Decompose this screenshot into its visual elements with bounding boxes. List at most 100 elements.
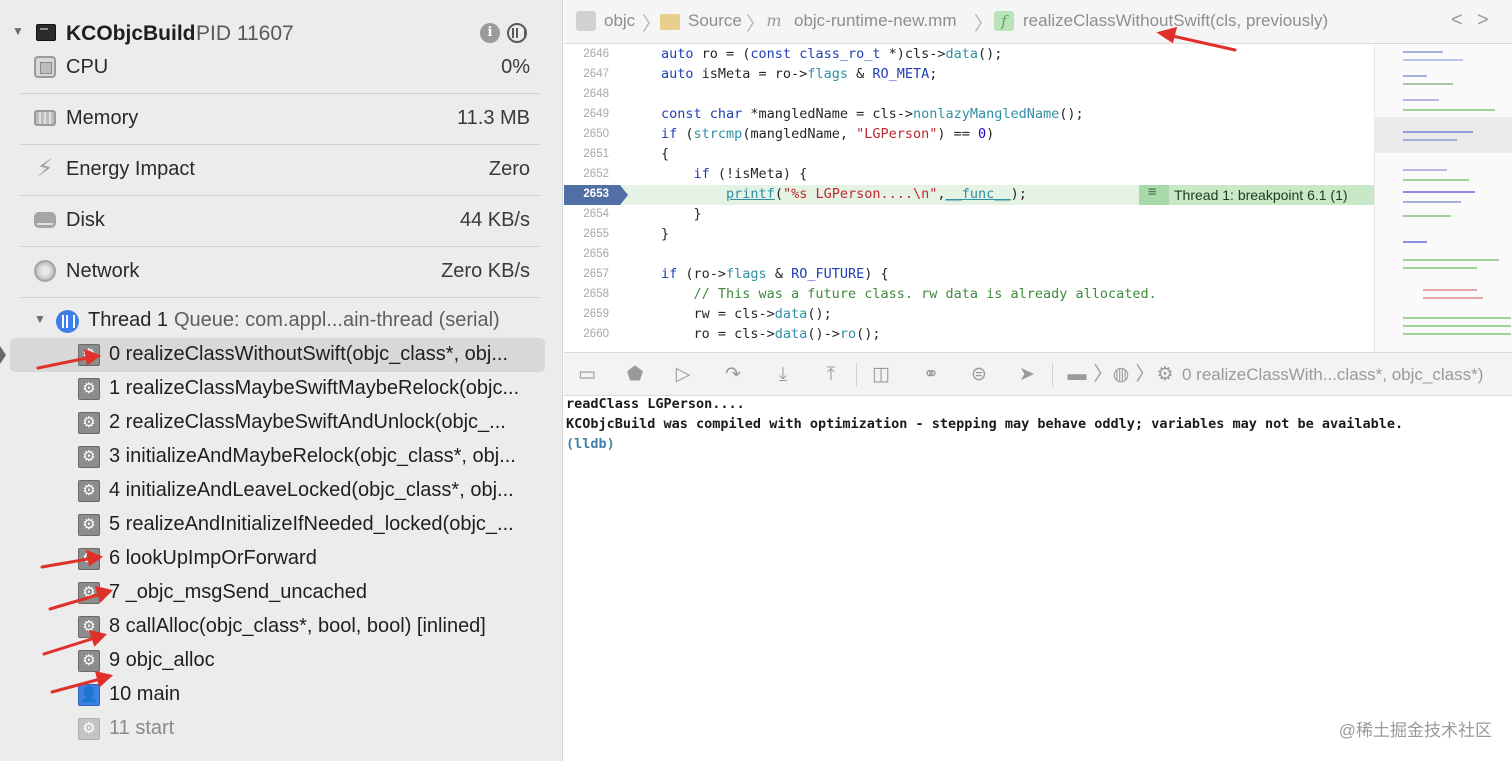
forward-arrow-icon[interactable]: > (1477, 9, 1489, 32)
terminal-app-icon (36, 24, 56, 41)
code-line[interactable]: 2654 } (564, 205, 1374, 225)
source-editor[interactable]: 2646 auto ro = (const class_ro_t *)cls->… (564, 45, 1374, 352)
divider (20, 144, 540, 145)
breakpoint-badge[interactable]: Thread 1: breakpoint 6.1 (1) (1139, 184, 1374, 205)
stack-frame[interactable]: ⚙ 1 realizeClassMaybeSwiftMaybeRelock(ob… (0, 372, 562, 406)
code-line[interactable]: 2652 if (!isMeta) { (564, 165, 1374, 185)
code-text: if (ro->flags & RO_FUTURE) { (661, 266, 889, 282)
frame-label: 9 objc_alloc (109, 649, 215, 671)
minimap-line (1403, 169, 1447, 171)
debug-console[interactable]: readClass LGPerson.... KCObjcBuild was c… (564, 396, 1512, 761)
stack-frame[interactable]: ⚙ 5 realizeAndInitializeIfNeeded_locked(… (0, 508, 562, 542)
minimap-line (1403, 99, 1439, 101)
stack-frame[interactable]: ⚙ 2 realizeClassMaybeSwiftAndUnlock(objc… (0, 406, 562, 440)
breadcrumb-separator-icon: 〉 (746, 14, 766, 35)
stack-frame[interactable]: ⚙ 7 _objc_msgSend_uncached (0, 576, 562, 610)
line-number: 2651 (583, 148, 609, 160)
minimap-line (1423, 289, 1477, 291)
threads-icon[interactable] (507, 23, 527, 43)
stack-frame[interactable]: ⚙ 0 realizeClassWithoutSwift(objc_class*… (0, 338, 562, 372)
stack-frame[interactable]: ⚙ 8 callAlloc(objc_class*, bool, bool) [… (0, 610, 562, 644)
code-line[interactable]: 2655 } (564, 225, 1374, 245)
toggle-debug-area-icon[interactable]: ▭ (576, 364, 598, 386)
minimap-viewport[interactable] (1375, 117, 1512, 153)
system-frame-icon: ⚙ (78, 378, 100, 400)
system-frame-icon: ⚙ (78, 514, 100, 536)
back-arrow-icon[interactable]: < (1451, 9, 1463, 32)
system-frame-icon: ⚙ (1156, 364, 1174, 385)
stack-frame[interactable]: ⚙ 9 objc_alloc (0, 644, 562, 678)
stack-frame-list: ⚙ 0 realizeClassWithoutSwift(objc_class*… (0, 338, 562, 746)
line-number: 2650 (583, 128, 609, 140)
frame-label: 1 realizeClassMaybeSwiftMaybeRelock(objc… (109, 377, 520, 399)
stack-frame[interactable]: ⚙ 3 initializeAndMaybeRelock(objc_class*… (0, 440, 562, 474)
step-over-icon[interactable]: ↷ (722, 364, 744, 386)
breadcrumb-folder[interactable]: Source (688, 11, 742, 31)
line-number: 2660 (583, 328, 609, 340)
gauge-label: Disk (66, 209, 105, 231)
chevron-down-icon[interactable]: ▼ (34, 312, 46, 326)
thread-row[interactable]: ▼ Thread 1 Queue: com.appl...ain-thread … (0, 304, 562, 338)
code-line[interactable]: 2647 auto isMeta = ro->flags & RO_META; (564, 65, 1374, 85)
user-frame-icon: 👤 (78, 684, 100, 706)
code-line[interactable]: 2659 rw = cls->data(); (564, 305, 1374, 325)
thread-badge-icon (1139, 184, 1169, 205)
gauge-value: 0% (501, 56, 530, 78)
system-frame-icon: ⚙ (78, 582, 100, 604)
code-line[interactable]: 2651 { (564, 145, 1374, 165)
code-line[interactable]: 2649 const char *mangledName = cls->nonl… (564, 105, 1374, 125)
gauge-disk[interactable]: Disk 44 KB/s (20, 197, 540, 247)
breakpoints-toggle-icon[interactable]: ⬟ (624, 364, 646, 386)
code-text: auto isMeta = ro->flags & RO_META; (661, 66, 938, 82)
system-frame-icon: ⚙ (78, 344, 100, 366)
step-into-icon[interactable]: ⤓ (772, 364, 794, 386)
breadcrumb-project[interactable]: objc (604, 11, 635, 31)
gauge-energy[interactable]: ⚡ Energy Impact Zero (20, 146, 540, 196)
code-text: if (strcmp(mangledName, "LGPerson") == 0… (661, 126, 995, 142)
code-text: printf("%s LGPerson....\n",__func__); (726, 186, 1027, 202)
gauge-cpu[interactable]: CPU 0% (20, 44, 540, 94)
minimap-line (1403, 317, 1511, 319)
watermark: @稀土掘金技术社区 (1338, 721, 1492, 740)
frame-label: 8 callAlloc(objc_class*, bool, bool) [in… (109, 615, 486, 637)
jump-bar: objc 〉 Source 〉 m objc-runtime-new.mm 〉 … (564, 0, 1512, 44)
stack-frame[interactable]: ⚙ 4 initializeAndLeaveLocked(objc_class*… (0, 474, 562, 508)
gauge-network[interactable]: Network Zero KB/s (20, 248, 540, 298)
line-number: 2655 (583, 228, 609, 240)
stack-frame[interactable]: ⚙ 11 start (0, 712, 562, 746)
thread-icon[interactable]: ◍ (1110, 364, 1132, 386)
code-line[interactable]: 2648 (564, 85, 1374, 105)
code-text: // This was a future class. rw data is a… (693, 286, 1157, 302)
lldb-prompt[interactable]: (lldb) (566, 436, 615, 452)
simulate-location-icon[interactable]: ➤ (1016, 364, 1038, 386)
info-icon[interactable]: i (480, 23, 500, 43)
process-icon[interactable]: ▬ (1066, 364, 1088, 386)
stack-frame[interactable]: 👤 10 main (0, 678, 562, 712)
continue-icon[interactable]: ▷ (672, 364, 694, 386)
energy-icon: ⚡ (36, 155, 54, 182)
code-line[interactable]: 2658 // This was a future class. rw data… (564, 285, 1374, 305)
thread-queue: Queue: com.appl...ain-thread (serial) (174, 309, 500, 331)
code-line[interactable]: 2660 ro = cls->data()->ro(); (564, 325, 1374, 345)
view-hierarchy-icon[interactable]: ◫ (870, 364, 892, 386)
code-line[interactable]: 2650 if (strcmp(mangledName, "LGPerson")… (564, 125, 1374, 145)
gauge-memory[interactable]: Memory 11.3 MB (20, 95, 540, 145)
line-number: 2656 (583, 248, 609, 260)
project-icon (576, 11, 596, 31)
code-line[interactable]: 2657 if (ro->flags & RO_FUTURE) { (564, 265, 1374, 285)
current-line[interactable]: 2653 printf("%s LGPerson....\n",__func__… (564, 184, 1374, 205)
chevron-down-icon[interactable]: ▼ (12, 24, 24, 38)
memory-graph-icon[interactable]: ⚭ (920, 364, 942, 386)
code-line[interactable]: 2646 auto ro = (const class_ro_t *)cls->… (564, 45, 1374, 65)
minimap[interactable] (1374, 45, 1512, 352)
stack-frame[interactable]: ⚙ 6 lookUpImpOrForward (0, 542, 562, 576)
frame-label: 11 start (109, 717, 175, 739)
step-out-icon[interactable]: ⤒ (820, 364, 842, 386)
breadcrumb-separator-icon: 〉 (642, 14, 662, 35)
breadcrumb-file[interactable]: objc-runtime-new.mm (794, 11, 957, 31)
code-line[interactable]: 2656 (564, 245, 1374, 265)
environment-overrides-icon[interactable]: ⊜ (968, 364, 990, 386)
line-number: 2649 (583, 108, 609, 120)
debug-frame-selector[interactable]: 0 realizeClassWith...class*, objc_class*… (1182, 365, 1483, 385)
breadcrumb-function[interactable]: realizeClassWithoutSwift(cls, previously… (1023, 11, 1328, 31)
